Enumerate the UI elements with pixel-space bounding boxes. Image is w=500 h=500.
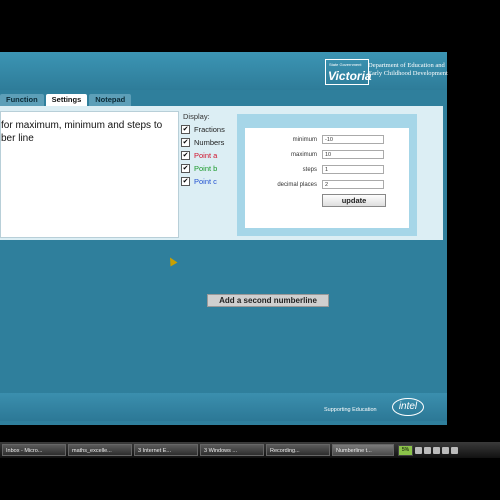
app-header: State Government Victoria Department of … [0,52,448,90]
department-name: Department of Education and Early Childh… [368,62,448,78]
tab-function[interactable]: Function [0,94,44,106]
add-numberline-button[interactable]: Add a second numberline [207,294,329,307]
app-footer: Supporting Education intel [0,393,447,421]
tray-power-icon[interactable] [442,446,449,454]
tray-volume-icon[interactable] [424,446,431,454]
victoria-logo: State Government Victoria [325,59,372,85]
logo-small-text: State Government [329,62,362,67]
maximum-label: maximum [290,152,317,158]
numbers-checkbox[interactable]: ✔ [181,138,190,147]
decimal-places-input[interactable]: 2 [322,180,384,189]
tray-status-chip[interactable]: 5% [398,444,413,456]
taskbar-item-internet[interactable]: 3 Internet E... [134,444,198,456]
option-fractions[interactable]: ✔ Fractions [181,124,225,135]
tray-shield-icon[interactable] [433,446,440,454]
intel-logo: intel [392,398,424,416]
tray-clock-icon[interactable] [451,446,458,454]
taskbar-item-maths[interactable]: maths_excelle... [68,444,132,456]
range-settings: minimum -10 maximum 10 steps 1 decimal p… [237,114,417,236]
taskbar-item-inbox[interactable]: Inbox - Micro... [2,444,66,456]
tray-network-icon[interactable] [415,446,422,454]
fractions-label: Fractions [194,125,225,134]
taskbar-item-recording[interactable]: Recording... [266,444,330,456]
fractions-checkbox[interactable]: ✔ [181,125,190,134]
range-settings-form: minimum -10 maximum 10 steps 1 decimal p… [245,128,409,228]
department-line-1: Department of Education and [368,62,445,69]
decimal-places-label: decimal places [277,182,317,188]
numbers-label: Numbers [194,138,225,147]
tab-bar: Function Settings Notepad [0,94,133,106]
logo-victoria-text: Victoria [328,69,372,83]
point-c-checkbox[interactable]: ✔ [181,177,190,186]
minimum-input[interactable]: -10 [322,135,384,144]
point-b-label: Point b [194,164,218,173]
point-a-label: Point a [194,151,218,160]
windows-taskbar: Inbox - Micro... maths_excelle... 3 Inte… [0,442,500,458]
taskbar-item-windows[interactable]: 3 Windows ... [200,444,264,456]
option-numbers[interactable]: ✔ Numbers [181,137,224,148]
maximum-input[interactable]: 10 [322,150,384,159]
point-c-label: Point c [194,177,217,186]
option-point-c[interactable]: ✔ Point c [181,176,217,187]
taskbar-item-numberline[interactable]: Numberline t... [332,444,394,456]
settings-panel: for maximum, minimum and steps to ber li… [0,106,443,240]
supporting-education-text: Supporting Education [324,407,377,413]
steps-input[interactable]: 1 [322,165,384,174]
tab-settings[interactable]: Settings [45,94,88,106]
option-point-b[interactable]: ✔ Point b [181,163,217,174]
update-button[interactable]: update [322,194,386,207]
instructions-text: for maximum, minimum and steps to ber li… [1,120,163,144]
instructions-box: for maximum, minimum and steps to ber li… [0,111,179,238]
point-a-checkbox[interactable]: ✔ [181,151,190,160]
minimum-label: minimum [292,137,317,143]
system-tray: 5% [398,444,500,456]
steps-label: steps [302,167,317,173]
numberline-app: State Government Victoria Department of … [0,52,448,425]
option-point-a[interactable]: ✔ Point a [181,150,217,161]
tab-notepad[interactable]: Notepad [89,94,132,106]
department-line-2: Early Childhood Development [368,70,448,77]
display-title: Display: [183,112,210,121]
point-b-checkbox[interactable]: ✔ [181,164,190,173]
